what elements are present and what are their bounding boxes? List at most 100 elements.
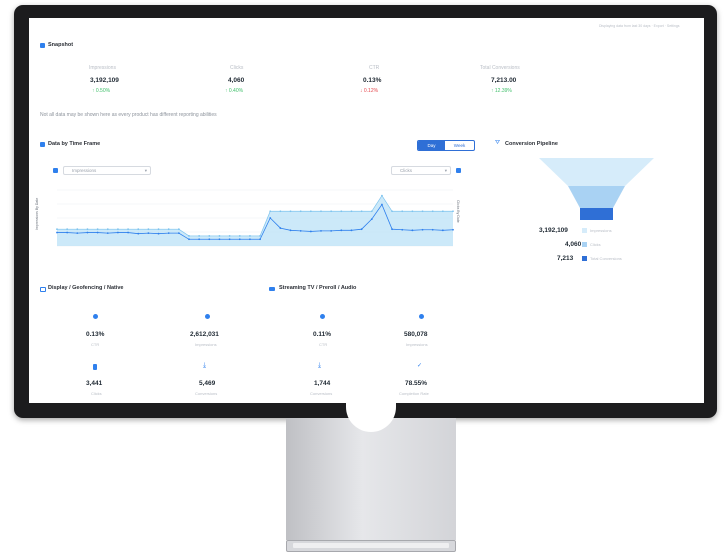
series-impressions-line-point[interactable] <box>106 228 109 231</box>
funnel-stage-impressions <box>539 158 654 186</box>
series-clicks-line-point[interactable] <box>320 229 322 232</box>
series-impressions-line-point[interactable] <box>76 228 79 231</box>
series-clicks-line-point[interactable] <box>259 238 261 241</box>
series-impressions-line-point[interactable] <box>147 228 150 231</box>
series-clicks-line-point[interactable] <box>350 229 353 232</box>
series-clicks-line-point[interactable] <box>66 231 69 234</box>
download-icon: ⤓ <box>318 362 322 369</box>
time-frame-chart <box>56 189 454 247</box>
series-impressions-line-point[interactable] <box>137 228 140 231</box>
series-impressions-line-point[interactable] <box>269 210 272 213</box>
series-clicks-line-point[interactable] <box>330 229 333 232</box>
metric-value: 3,192,109 <box>90 77 119 84</box>
series-impressions-line-point[interactable] <box>320 210 322 213</box>
series-impressions-line-point[interactable] <box>117 228 119 231</box>
series-impressions-line-point[interactable] <box>330 210 333 213</box>
series-impressions-line-point[interactable] <box>411 210 414 213</box>
right-metric-select[interactable]: Clicks ▾ <box>391 166 451 175</box>
series-clicks-line-point[interactable] <box>299 229 302 232</box>
series-clicks-line-point[interactable] <box>279 227 282 229</box>
chevron-down-icon: ▾ <box>444 168 447 173</box>
series-impressions-line-point[interactable] <box>177 228 180 231</box>
series-impressions-line-point[interactable] <box>391 210 393 213</box>
series-impressions-line-point[interactable] <box>279 210 282 213</box>
series-clicks-line-point[interactable] <box>56 231 58 234</box>
series-impressions-line-point[interactable] <box>127 228 129 231</box>
series-clicks-line-point[interactable] <box>289 229 292 232</box>
series-clicks-line-point[interactable] <box>421 228 424 231</box>
series-clicks-line-point[interactable] <box>96 231 99 234</box>
display-title: Display / Geofencing / Native <box>48 285 124 291</box>
series-clicks-line-point[interactable] <box>157 232 160 235</box>
series-impressions-line-point[interactable] <box>370 210 373 213</box>
series-impressions-line-point[interactable] <box>401 210 404 213</box>
series-clicks-line-point[interactable] <box>360 228 363 231</box>
header-right-text: Displaying data from last 30 days · Expo… <box>599 24 680 28</box>
series-clicks-line-point[interactable] <box>401 228 404 231</box>
series-impressions-line-point[interactable] <box>198 235 201 237</box>
video-icon <box>269 287 275 291</box>
series-clicks-line-point[interactable] <box>127 231 129 234</box>
toggle-day-button[interactable]: Day <box>418 141 445 150</box>
download-icon: ⤓ <box>203 362 207 369</box>
series-clicks-line-point[interactable] <box>86 231 89 234</box>
series-impressions-line-point[interactable] <box>309 210 312 213</box>
series-clicks-line-point[interactable] <box>452 228 454 231</box>
series-clicks-line-point[interactable] <box>177 232 180 235</box>
series-clicks-line-point[interactable] <box>188 238 190 241</box>
series-impressions-line-point[interactable] <box>249 235 251 237</box>
series-impressions-line-point[interactable] <box>431 210 434 213</box>
series-impressions-line-point[interactable] <box>238 235 241 237</box>
series-impressions-line-point[interactable] <box>228 235 231 237</box>
series-clicks-line-point[interactable] <box>411 229 414 232</box>
series-impressions-line-point[interactable] <box>167 228 170 231</box>
series-impressions-line-point[interactable] <box>340 210 343 213</box>
series-clicks-line-point[interactable] <box>228 238 231 241</box>
series-clicks-line-point[interactable] <box>208 238 211 241</box>
series-impressions-line-point[interactable] <box>188 235 190 237</box>
series-impressions-line-point[interactable] <box>208 235 211 237</box>
eye-icon <box>320 314 325 319</box>
legend-swatch <box>582 228 587 233</box>
series-impressions-line-point[interactable] <box>360 210 363 213</box>
series-clicks-line-point[interactable] <box>431 228 434 231</box>
metric-label: Impressions <box>89 65 116 71</box>
series-clicks-line-point[interactable] <box>117 231 119 234</box>
series-clicks-line-point[interactable] <box>106 232 109 235</box>
series-clicks-line-point[interactable] <box>218 238 221 241</box>
series-impressions-line-point[interactable] <box>86 228 89 231</box>
series-clicks-line-point[interactable] <box>147 232 150 235</box>
series-impressions-line-point[interactable] <box>441 210 444 213</box>
series-clicks-line-point[interactable] <box>249 238 251 241</box>
series-impressions-line-point[interactable] <box>452 210 454 213</box>
series-impressions-line-point[interactable] <box>66 228 69 231</box>
series-impressions-line-point[interactable] <box>259 235 261 237</box>
stat-label: Impressions <box>195 342 217 347</box>
chart-icon <box>40 142 45 147</box>
series-impressions-line-point[interactable] <box>299 210 302 213</box>
series-impressions-line-point[interactable] <box>56 228 58 231</box>
left-select-value: Impressions <box>72 168 97 173</box>
series-clicks-line-point[interactable] <box>137 232 140 235</box>
series-impressions-line-point[interactable] <box>218 235 221 237</box>
series-clicks-line-point[interactable] <box>309 230 312 233</box>
series-clicks-line-point[interactable] <box>370 218 373 221</box>
series-clicks-line-point[interactable] <box>198 238 201 241</box>
left-metric-select[interactable]: Impressions ▾ <box>63 166 151 175</box>
series-clicks-line-point[interactable] <box>269 217 272 219</box>
series-impressions-line-point[interactable] <box>289 210 292 213</box>
pipeline-label: Clicks <box>590 242 601 247</box>
series-clicks-line-point[interactable] <box>340 229 343 232</box>
series-impressions-line-point[interactable] <box>350 210 353 213</box>
series-impressions-line-point[interactable] <box>157 228 160 231</box>
series-impressions-line-point[interactable] <box>96 228 99 231</box>
series-clicks-line-point[interactable] <box>238 238 241 241</box>
toggle-week-button[interactable]: Week <box>445 141 474 150</box>
series-clicks-line-point[interactable] <box>167 232 170 235</box>
series-clicks-line-point[interactable] <box>76 232 79 235</box>
series-clicks-line-point[interactable] <box>441 229 444 232</box>
series-impressions-line-point[interactable] <box>421 210 424 213</box>
series-clicks-line-point[interactable] <box>391 228 393 231</box>
series-clicks-line-point[interactable] <box>381 203 383 206</box>
series-impressions-line-point[interactable] <box>381 194 383 197</box>
